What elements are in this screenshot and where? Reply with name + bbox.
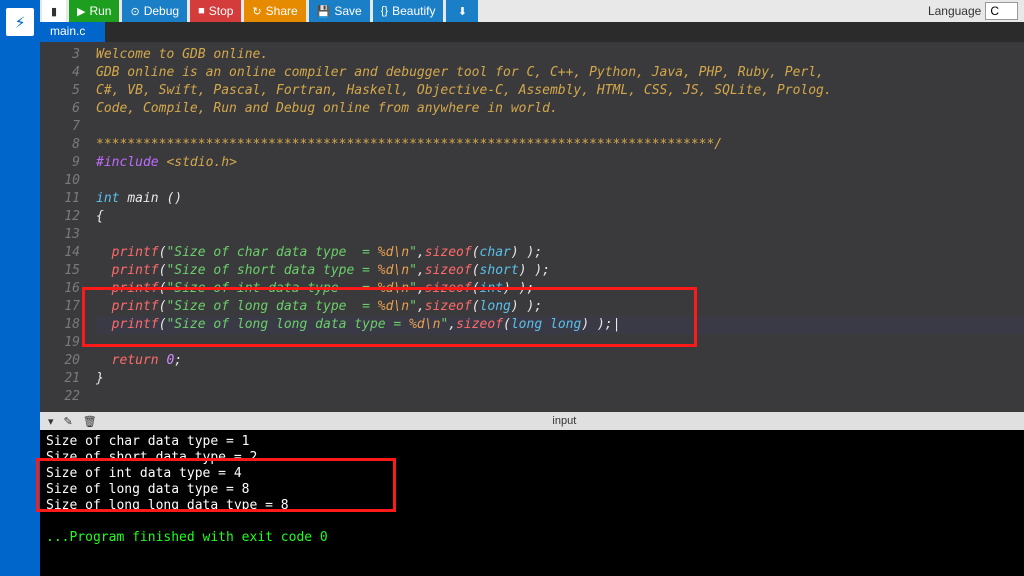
toolbar: ▮ ▶ Run ⊙ Debug ■ Stop ↻ Share 💾Save {} Beaut…	[40, 0, 1024, 22]
beautify-button[interactable]: {} Beautify	[373, 0, 444, 22]
console-line: Size of long long data type = 8	[46, 498, 1018, 514]
share-icon: ↻	[252, 5, 261, 18]
debug-button[interactable]: ⊙ Debug	[122, 0, 187, 22]
console-exit-line: ...Program finished with exit code 0	[46, 530, 1018, 546]
console-bar-title: input	[105, 415, 1024, 427]
file-tab[interactable]: main.c	[40, 22, 105, 42]
console-line: Size of short data type = 2	[46, 450, 1018, 466]
save-button[interactable]: 💾Save	[309, 0, 370, 22]
play-icon: ▶	[77, 5, 85, 18]
console-bar: ▾ ✎ 🗑 input	[40, 412, 1024, 430]
debug-label: Debug	[144, 4, 179, 18]
console-output[interactable]: Size of char data type = 1Size of short …	[40, 430, 1024, 576]
stop-icon: ■	[198, 5, 205, 17]
run-label: Run	[89, 4, 111, 18]
save-icon: 💾	[317, 5, 331, 18]
code-content[interactable]: Welcome to GDB online.GDB online is an o…	[88, 42, 1024, 412]
main-area: ▮ ▶ Run ⊙ Debug ■ Stop ↻ Share 💾Save {} Beaut…	[40, 0, 1024, 576]
logo-icon: ⚡	[6, 8, 34, 36]
stop-label: Stop	[209, 4, 234, 18]
code-editor[interactable]: 345678910111213141516171819202122 Welcom…	[40, 42, 1024, 412]
bug-icon: ⊙	[130, 5, 139, 18]
stop-button[interactable]: ■ Stop	[190, 0, 241, 22]
left-rail: ⚡	[0, 0, 40, 576]
tab-bar: main.c	[40, 22, 1024, 42]
language-label: Language	[928, 4, 981, 18]
run-button[interactable]: ▶ Run	[69, 0, 119, 22]
console-line: Size of int data type = 4	[46, 466, 1018, 482]
new-file-button[interactable]: ▮	[42, 0, 66, 22]
language-select[interactable]: C	[985, 2, 1018, 20]
console-line: Size of long data type = 8	[46, 482, 1018, 498]
beautify-label: Beautify	[392, 4, 435, 18]
language-selector-group: Language C	[928, 0, 1022, 22]
download-button[interactable]: ⬇	[446, 0, 478, 22]
console-bar-icons: ▾ ✎ 🗑	[40, 415, 105, 428]
edit-icon[interactable]: ✎	[64, 415, 73, 428]
console-line: Size of char data type = 1	[46, 434, 1018, 450]
file-icon: ▮	[51, 5, 57, 18]
share-label: Share	[266, 4, 298, 18]
trash-icon[interactable]: 🗑	[83, 415, 97, 428]
download-icon: ⬇	[458, 5, 467, 18]
braces-icon: {}	[381, 5, 388, 17]
line-gutter: 345678910111213141516171819202122	[40, 42, 88, 412]
save-label: Save	[334, 4, 361, 18]
chevron-down-icon[interactable]: ▾	[48, 415, 54, 428]
share-button[interactable]: ↻ Share	[244, 0, 305, 22]
